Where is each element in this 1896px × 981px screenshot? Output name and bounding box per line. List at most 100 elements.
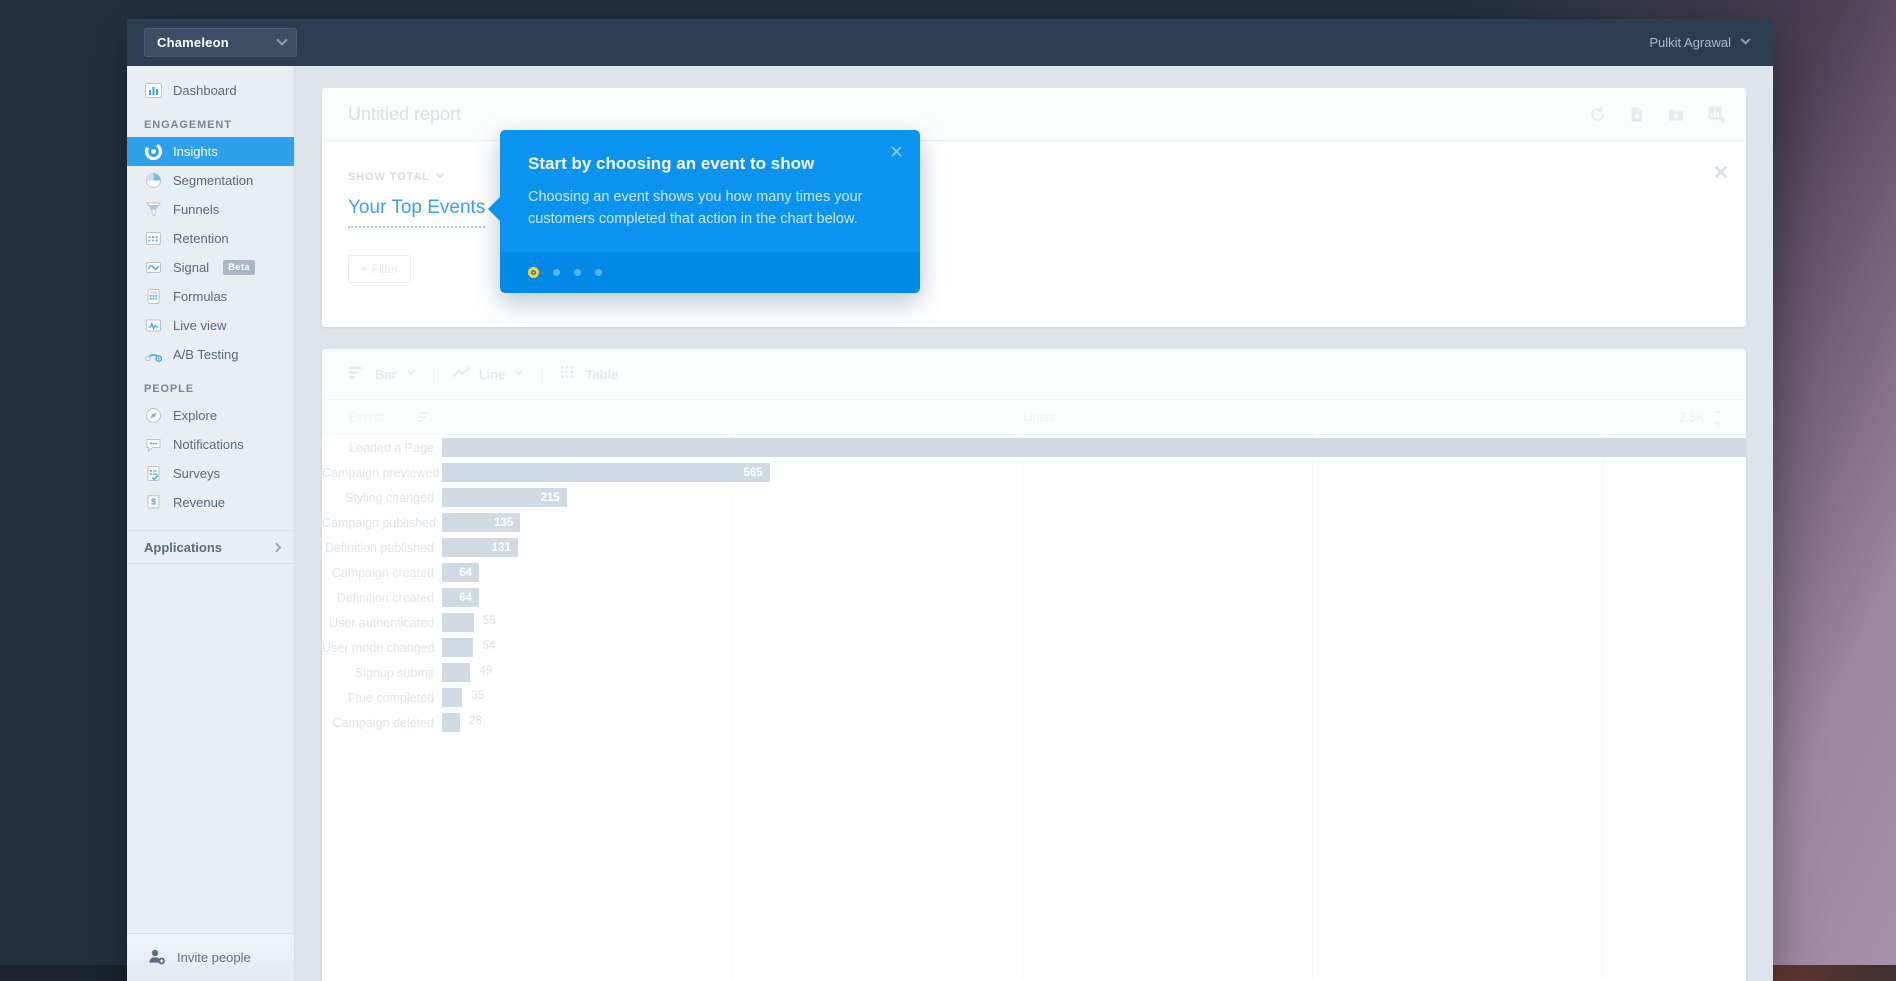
- chart-bar-row[interactable]: Campaign previewed 565: [322, 460, 1746, 485]
- chart-bar-label: Loaded a Page: [349, 440, 434, 455]
- add-chart-icon[interactable]: [1707, 105, 1726, 123]
- tab-label: Line: [478, 366, 506, 382]
- axis-max-label: 2.5K: [1679, 410, 1704, 424]
- chart-bar-row[interactable]: Definition published 131: [322, 535, 1746, 560]
- chart-bar[interactable]: 215: [442, 488, 567, 507]
- chart-bar-track: 131: [442, 538, 1724, 557]
- chart-bar-track: 135: [442, 513, 1724, 532]
- chart-bar-row[interactable]: Styling changed 215: [322, 485, 1746, 510]
- sidebar-item-applications[interactable]: Applications: [127, 530, 294, 564]
- chart-bar[interactable]: 135: [442, 513, 521, 532]
- chevron-down-icon: [276, 34, 288, 46]
- sidebar-item-label: Insights: [173, 144, 218, 159]
- star-folder-icon[interactable]: [1667, 106, 1685, 123]
- chart-bar[interactable]: 2.5K: [442, 438, 1746, 457]
- chart-bar[interactable]: 565: [442, 463, 770, 482]
- chart-bar-track: 49: [442, 663, 1724, 682]
- plus-icon: +: [360, 262, 368, 276]
- show-total-label: SHOW TOTAL: [348, 171, 430, 183]
- event-selector[interactable]: Your Top Events: [348, 197, 486, 228]
- chart-bar-label: Signup submit: [354, 665, 434, 680]
- chart-bar-value: 28: [469, 715, 482, 727]
- page-title[interactable]: Untitled report: [348, 104, 461, 125]
- chart-bar-row[interactable]: Campaign published 135: [322, 510, 1746, 535]
- sidebar-item-insights[interactable]: Insights: [127, 137, 294, 166]
- chart-bar-label: User authenticated: [329, 615, 434, 630]
- save-file-icon[interactable]: [1628, 106, 1645, 123]
- filter-label: Filter: [371, 262, 399, 276]
- sidebar-item-label: Funnels: [173, 202, 220, 217]
- chart-bar[interactable]: [442, 638, 474, 657]
- chart-bar-track: 215: [442, 488, 1724, 507]
- sidebar-item-label: Dashboard: [173, 83, 237, 98]
- chart-bar[interactable]: 131: [442, 538, 518, 557]
- sidebar-item-surveys[interactable]: Surveys: [127, 459, 294, 488]
- org-switcher[interactable]: Chameleon: [144, 28, 297, 57]
- sidebar-item-signal[interactable]: Signal Beta: [127, 253, 294, 282]
- chart-bar-track: 28: [442, 713, 1724, 732]
- sidebar-item-segmentation[interactable]: Segmentation: [127, 166, 294, 195]
- chart-bar[interactable]: [442, 663, 471, 682]
- sort-descending-icon[interactable]: [418, 412, 432, 426]
- sidebar-item-formulas[interactable]: Formulas: [127, 282, 294, 311]
- chart-bar-row[interactable]: User mode changed 54: [322, 635, 1746, 660]
- sidebar-item-live-view[interactable]: Live view: [127, 311, 294, 340]
- sidebar-item-funnels[interactable]: Funnels: [127, 195, 294, 224]
- sidebar-item-revenue[interactable]: $ Revenue: [127, 488, 294, 517]
- add-filter-button[interactable]: + Filter: [348, 255, 411, 283]
- stepper-up-down-icon[interactable]: [1713, 409, 1722, 429]
- chart-bar-row[interactable]: Loaded a Page 2.5K: [322, 435, 1746, 460]
- user-menu[interactable]: Pulkit Agrawal: [1649, 34, 1751, 50]
- refresh-icon[interactable]: [1589, 106, 1606, 123]
- dollar-receipt-icon: $: [144, 493, 163, 512]
- chart-bar-row[interactable]: Definition created 64: [322, 585, 1746, 610]
- chart-bar[interactable]: [442, 713, 460, 732]
- chart-bar-value: 35: [471, 690, 485, 702]
- sidebar-item-dashboard[interactable]: Dashboard: [127, 76, 294, 105]
- sidebar-item-notifications[interactable]: Notifications: [127, 430, 294, 459]
- show-total-dropdown[interactable]: SHOW TOTAL: [348, 169, 445, 183]
- report-actions: [1589, 105, 1726, 123]
- close-icon[interactable]: [889, 144, 904, 164]
- chevron-down-icon: [1740, 34, 1751, 45]
- chart-bar-label: Campaign deleted: [332, 715, 434, 730]
- step-dot[interactable]: [553, 269, 560, 277]
- chart-bar-row[interactable]: User authenticated 55: [322, 610, 1746, 635]
- calculator-icon: [144, 287, 163, 306]
- sidebar-item-label: Retention: [173, 231, 229, 246]
- chart-bar-value: 54: [482, 640, 496, 652]
- chart-bar[interactable]: [442, 613, 474, 632]
- tab-bar-chart[interactable]: Bar: [349, 366, 433, 382]
- user-name: Pulkit Agrawal: [1649, 35, 1731, 50]
- svg-text:$: $: [151, 497, 156, 507]
- sidebar-item-ab-testing[interactable]: A/B Testing: [127, 340, 294, 369]
- chart-bar-row[interactable]: Signup submit 49: [322, 660, 1746, 685]
- tab-line-chart[interactable]: Line: [452, 366, 542, 382]
- add-person-icon: [147, 947, 166, 969]
- sidebar-item-explore[interactable]: Explore: [127, 401, 294, 430]
- tooltip-title: Start by choosing an event to show: [528, 154, 815, 173]
- scale-label-linear[interactable]: Linear: [1023, 410, 1056, 424]
- chart-bar-row[interactable]: Campaign created 64: [322, 560, 1746, 585]
- sidebar-group-people: PEOPLE: [144, 383, 195, 395]
- chart-bar-track: 64: [442, 563, 1724, 582]
- close-icon[interactable]: [1712, 163, 1730, 181]
- sidebar-item-retention[interactable]: Retention: [127, 224, 294, 253]
- sidebar-item-label: A/B Testing: [173, 347, 239, 362]
- app-window: Chameleon Pulkit Agrawal Dashboard ENGAG…: [127, 19, 1773, 981]
- invite-people-button[interactable]: Invite people: [127, 933, 294, 981]
- step-dot[interactable]: [595, 269, 602, 277]
- chart-bar[interactable]: 64: [442, 563, 480, 582]
- bar-chart-plot: Loaded a Page 2.5K Campaign previewed565St…: [322, 435, 1746, 981]
- chart-bar[interactable]: [442, 688, 463, 707]
- chart-bar-row[interactable]: Ftue completed 35: [322, 685, 1746, 710]
- sidebar: Dashboard ENGAGEMENT Insights Segmentati…: [127, 66, 295, 981]
- step-dot-active[interactable]: [528, 267, 539, 279]
- status-badge-beta: Beta: [223, 260, 255, 275]
- tab-table[interactable]: Table: [561, 366, 637, 382]
- chart-bar-label: Definition created: [336, 590, 434, 605]
- step-dot[interactable]: [574, 269, 581, 277]
- chart-bar[interactable]: 64: [442, 588, 480, 607]
- chart-bar-label: Campaign published: [322, 515, 436, 530]
- chart-bar-row[interactable]: Campaign deleted 28: [322, 710, 1746, 735]
